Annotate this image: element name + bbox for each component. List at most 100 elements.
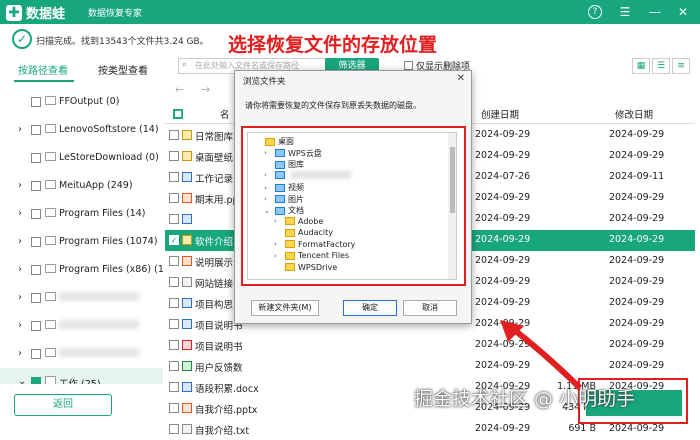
dialog-tree-node[interactable]: › Tencent Files	[274, 251, 349, 260]
expand-arrow-icon[interactable]: ⌄	[18, 376, 26, 384]
row-checkbox[interactable]	[169, 256, 179, 266]
menu-icon[interactable]: ☰	[616, 3, 634, 21]
node-arrow-icon[interactable]: ›	[264, 195, 272, 203]
tree-checkbox[interactable]	[31, 97, 41, 107]
expand-arrow-icon[interactable]: ›	[18, 264, 22, 275]
row-checkbox[interactable]	[169, 382, 179, 392]
row-checkbox[interactable]	[169, 130, 179, 140]
row-checkbox[interactable]	[169, 214, 179, 224]
file-name: 语段积累.docx	[195, 384, 259, 395]
back-arrow-icon[interactable]: ←	[175, 83, 184, 96]
dialog-close-icon[interactable]: ✕	[457, 73, 465, 84]
expand-arrow-icon[interactable]: ›	[18, 180, 22, 191]
dialog-tree-node[interactable]: ⌄ 文档	[264, 205, 304, 216]
node-arrow-icon[interactable]: ›	[264, 149, 272, 157]
back-button[interactable]: 返回	[14, 394, 112, 416]
table-row[interactable]: 用户反馈数 2024-09-29 2024-09-29	[165, 356, 695, 377]
tree-checkbox[interactable]	[31, 293, 41, 303]
dialog-tree-node[interactable]: › FormatFactory	[274, 240, 355, 249]
node-arrow-icon[interactable]: ›	[264, 171, 272, 179]
ok-button[interactable]: 确定	[343, 300, 397, 316]
expand-arrow-icon[interactable]: ›	[18, 124, 22, 135]
row-checkbox[interactable]	[169, 277, 179, 287]
list-view-icon[interactable]: ☰	[652, 58, 670, 74]
minimize-icon[interactable]: —	[646, 3, 664, 21]
expand-arrow-icon[interactable]: ›	[18, 292, 22, 303]
dialog-tree-node[interactable]: WPSDrive	[274, 263, 337, 272]
col-modified[interactable]: 修改日期	[615, 107, 653, 121]
tree-item[interactable]: › Program Files (14)	[0, 200, 163, 228]
tree-item[interactable]: FFOutput (0)	[0, 88, 163, 116]
detail-view-icon[interactable]: ≡	[672, 58, 690, 74]
col-name[interactable]: 名	[220, 107, 230, 121]
dialog-tree-node[interactable]: ›	[264, 170, 351, 179]
created-date: 2024-09-29	[475, 234, 531, 245]
tree-item[interactable]: › Program Files (x86) (1976	[0, 256, 163, 284]
expand-arrow-icon[interactable]: ›	[18, 320, 22, 331]
title-bar: ✚ 数据蛙 数据恢复专家 ? ☰ — ✕	[0, 0, 700, 24]
row-checkbox[interactable]	[169, 424, 179, 434]
created-date: 2024-09-29	[475, 423, 531, 434]
expand-arrow-icon[interactable]: ›	[18, 236, 22, 247]
dialog-tree-node[interactable]: 桌面	[254, 136, 294, 147]
row-checkbox[interactable]	[169, 151, 179, 161]
row-checkbox[interactable]	[169, 403, 179, 413]
node-arrow-icon[interactable]: ›	[274, 217, 282, 225]
help-icon[interactable]: ?	[588, 5, 602, 19]
folder-icon	[275, 149, 285, 157]
row-checkbox[interactable]	[169, 340, 179, 350]
tree-item[interactable]: ›	[0, 284, 163, 312]
node-arrow-icon[interactable]: ›	[274, 240, 282, 248]
tree-item[interactable]: › LenovoSoftstore (14)	[0, 116, 163, 144]
node-arrow-icon[interactable]: ⌄	[264, 207, 272, 215]
row-checkbox[interactable]	[169, 319, 179, 329]
tree-checkbox[interactable]	[31, 181, 41, 191]
dialog-tree-node[interactable]: › Adobe	[274, 217, 323, 226]
dialog-scroll-thumb[interactable]	[450, 147, 455, 213]
tree-item[interactable]: LeStoreDownload (0)	[0, 144, 163, 172]
dialog-tree-node[interactable]: › WPS云盘	[264, 148, 322, 159]
row-checkbox[interactable]: ✓	[169, 235, 179, 245]
tree-item[interactable]: › Program Files (1074)	[0, 228, 163, 256]
tree-checkbox[interactable]	[31, 153, 41, 163]
dialog-tree-node[interactable]: › 图片	[264, 194, 304, 205]
dialog-tree-node[interactable]: Audacity	[274, 228, 333, 237]
grid-view-icon[interactable]: ▦	[632, 58, 650, 74]
node-arrow-icon[interactable]: ›	[274, 252, 282, 260]
expand-arrow-icon[interactable]: ›	[18, 348, 22, 359]
tree-item[interactable]: ›	[0, 312, 163, 340]
tree-checkbox[interactable]	[31, 349, 41, 359]
tree-checkbox[interactable]	[31, 377, 41, 384]
folder-icon	[285, 263, 295, 271]
row-checkbox[interactable]	[169, 193, 179, 203]
blurred-label	[59, 292, 139, 301]
tree-checkbox[interactable]	[31, 209, 41, 219]
tree-checkbox[interactable]	[31, 321, 41, 331]
row-checkbox[interactable]	[169, 361, 179, 371]
col-created[interactable]: 创建日期	[481, 107, 519, 121]
table-row[interactable]: 项目说明书2024-09-292024-09-29	[165, 335, 695, 356]
new-folder-button[interactable]: 新建文件夹(M)	[251, 300, 319, 316]
row-checkbox[interactable]	[169, 298, 179, 308]
node-arrow-icon[interactable]: ›	[264, 184, 272, 192]
close-icon[interactable]: ✕	[674, 3, 692, 21]
forward-arrow-icon[interactable]: →	[201, 83, 210, 96]
tree-checkbox[interactable]	[31, 237, 41, 247]
tree-item[interactable]: ›	[0, 340, 163, 368]
dialog-tree-node[interactable]: › 视频	[264, 182, 304, 193]
tree-item[interactable]: ⌄ 工作 (25)	[0, 368, 163, 384]
dialog-scrollbar[interactable]	[448, 133, 456, 279]
folder-icon	[275, 170, 285, 179]
expand-arrow-icon[interactable]: ›	[18, 208, 22, 219]
dialog-tree-node[interactable]: 图库	[264, 159, 304, 170]
only-deleted-checkbox[interactable]	[404, 61, 413, 70]
tree-checkbox[interactable]	[31, 125, 41, 135]
app-logo: ✚ 数据蛙	[6, 3, 65, 22]
tree-checkbox[interactable]	[31, 265, 41, 275]
tree-item[interactable]: › MeituApp (249)	[0, 172, 163, 200]
tab-by-path[interactable]: 按路径查看	[18, 62, 68, 77]
cancel-button[interactable]: 取消	[403, 300, 457, 316]
select-all-checkbox[interactable]: ■	[173, 109, 183, 119]
row-checkbox[interactable]	[169, 172, 179, 182]
tab-by-type[interactable]: 按类型查看	[98, 62, 148, 77]
